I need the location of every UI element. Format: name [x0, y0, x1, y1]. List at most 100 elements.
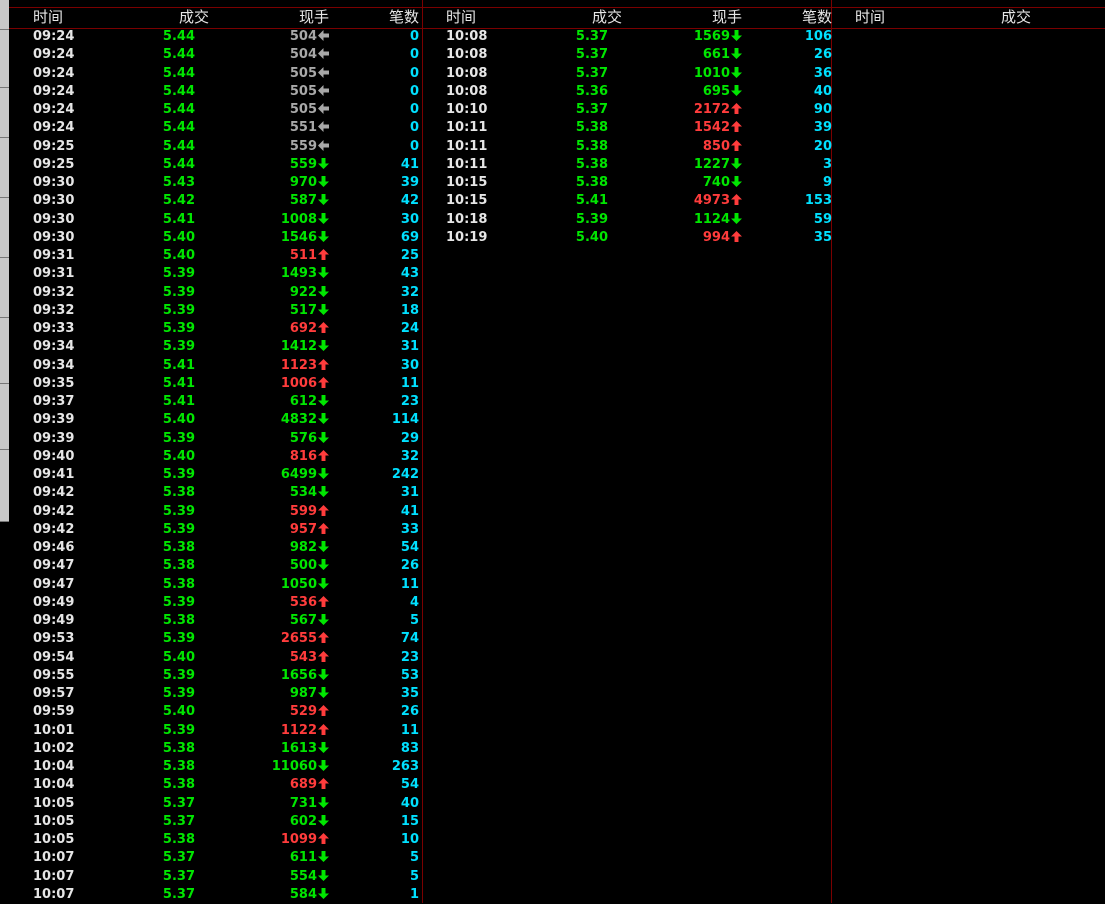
side-tab[interactable] — [0, 88, 9, 138]
tick-count: 24 — [400, 321, 419, 336]
side-tab-strip — [0, 0, 9, 522]
side-tab[interactable] — [0, 198, 9, 258]
tick-count: 32 — [400, 449, 419, 464]
tick-time: 09:24 — [33, 84, 75, 99]
flat-arrow-icon — [318, 103, 329, 114]
tick-volume-value: 1613 — [280, 741, 317, 756]
tick-time: 10:05 — [33, 814, 75, 829]
side-tab[interactable] — [0, 258, 9, 318]
down-arrow-icon — [318, 541, 329, 552]
tick-volume-value: 584 — [289, 887, 317, 902]
side-tab[interactable] — [0, 138, 9, 198]
tick-volume: 559 — [209, 156, 329, 174]
tick-count: 90 — [813, 102, 832, 117]
tick-volume: 504 — [209, 28, 329, 46]
tick-time: 09:41 — [33, 467, 75, 482]
tick-volume: 994 — [622, 229, 742, 247]
tick-price: 5.40 — [162, 449, 195, 464]
tick-volume: 602 — [209, 813, 329, 831]
tick-time: 09:24 — [33, 47, 75, 62]
up-arrow-icon — [318, 249, 329, 260]
tick-volume-value: 567 — [289, 613, 317, 628]
tick-count: 53 — [400, 668, 419, 683]
tick-count: 35 — [400, 686, 419, 701]
tick-price: 5.38 — [575, 120, 608, 135]
tick-volume-value: 1656 — [280, 668, 317, 683]
tick-time: 10:07 — [33, 869, 75, 884]
tick-price: 5.41 — [162, 394, 195, 409]
tick-volume: 536 — [209, 594, 329, 612]
tick-volume: 567 — [209, 612, 329, 630]
tick-volume: 1542 — [622, 119, 742, 137]
side-tab[interactable] — [0, 450, 9, 522]
tick-time: 10:04 — [33, 777, 75, 792]
tick-volume: 1569 — [622, 28, 742, 46]
tick-volume-value: 6499 — [280, 467, 317, 482]
tick-time: 09:49 — [33, 595, 75, 610]
tick-time: 10:05 — [33, 832, 75, 847]
tick-price: 5.44 — [162, 66, 195, 81]
tick-price: 5.44 — [162, 102, 195, 117]
tick-price: 5.37 — [162, 850, 195, 865]
panel-divider — [422, 0, 423, 903]
tick-volume: 689 — [209, 776, 329, 794]
tick-time: 09:33 — [33, 321, 75, 336]
side-tab[interactable] — [0, 30, 9, 88]
tick-count: 41 — [400, 504, 419, 519]
tick-price: 5.44 — [162, 139, 195, 154]
tick-volume-value: 695 — [702, 84, 730, 99]
tick-time: 09:34 — [33, 339, 75, 354]
tick-time: 09:34 — [33, 358, 75, 373]
tick-count: 43 — [400, 266, 419, 281]
tick-count: 3 — [822, 157, 832, 172]
tick-price: 5.37 — [575, 66, 608, 81]
tick-price: 5.38 — [162, 540, 195, 555]
tick-volume: 740 — [622, 174, 742, 192]
tick-volume: 1122 — [209, 722, 329, 740]
side-tab[interactable] — [0, 0, 9, 30]
tick-price: 5.38 — [162, 558, 195, 573]
tick-price: 5.37 — [575, 47, 608, 62]
tick-volume-value: 576 — [289, 431, 317, 446]
tick-volume-value: 1122 — [280, 723, 317, 738]
down-arrow-icon — [318, 614, 329, 625]
tick-count: 114 — [391, 412, 419, 427]
tick-volume: 922 — [209, 284, 329, 302]
side-tab[interactable] — [0, 384, 9, 450]
side-tab[interactable] — [0, 318, 9, 384]
tick-volume-value: 2655 — [280, 631, 317, 646]
down-arrow-icon — [318, 340, 329, 351]
tick-volume: 4973 — [622, 192, 742, 210]
tick-volume: 1008 — [209, 211, 329, 229]
flat-arrow-icon — [318, 48, 329, 59]
tick-volume: 1493 — [209, 265, 329, 283]
tick-volume-value: 1010 — [693, 66, 730, 81]
tick-volume-value: 543 — [289, 650, 317, 665]
tick-volume-value: 4832 — [280, 412, 317, 427]
tick-time: 09:24 — [33, 66, 75, 81]
tick-volume-value: 2172 — [693, 102, 730, 117]
tick-price: 5.44 — [162, 120, 195, 135]
up-arrow-icon — [318, 778, 329, 789]
tick-count: 40 — [813, 84, 832, 99]
tick-price: 5.44 — [162, 29, 195, 44]
tick-count: 41 — [400, 157, 419, 172]
tick-volume-value: 511 — [289, 248, 317, 263]
flat-arrow-icon — [318, 67, 329, 78]
tick-volume: 1010 — [622, 65, 742, 83]
tick-count: 106 — [804, 29, 832, 44]
tick-price: 5.38 — [162, 832, 195, 847]
tick-volume-value: 740 — [702, 175, 730, 190]
tick-time: 09:46 — [33, 540, 75, 555]
down-arrow-icon — [318, 797, 329, 808]
tick-price: 5.40 — [162, 248, 195, 263]
tick-price: 5.36 — [575, 84, 608, 99]
tick-count: 83 — [400, 741, 419, 756]
tick-price: 5.39 — [162, 467, 195, 482]
down-arrow-icon — [731, 176, 742, 187]
tick-price: 5.39 — [162, 631, 195, 646]
tick-price: 5.39 — [162, 595, 195, 610]
tick-count: 15 — [400, 814, 419, 829]
down-arrow-icon — [318, 851, 329, 862]
tick-volume-value: 994 — [702, 230, 730, 245]
